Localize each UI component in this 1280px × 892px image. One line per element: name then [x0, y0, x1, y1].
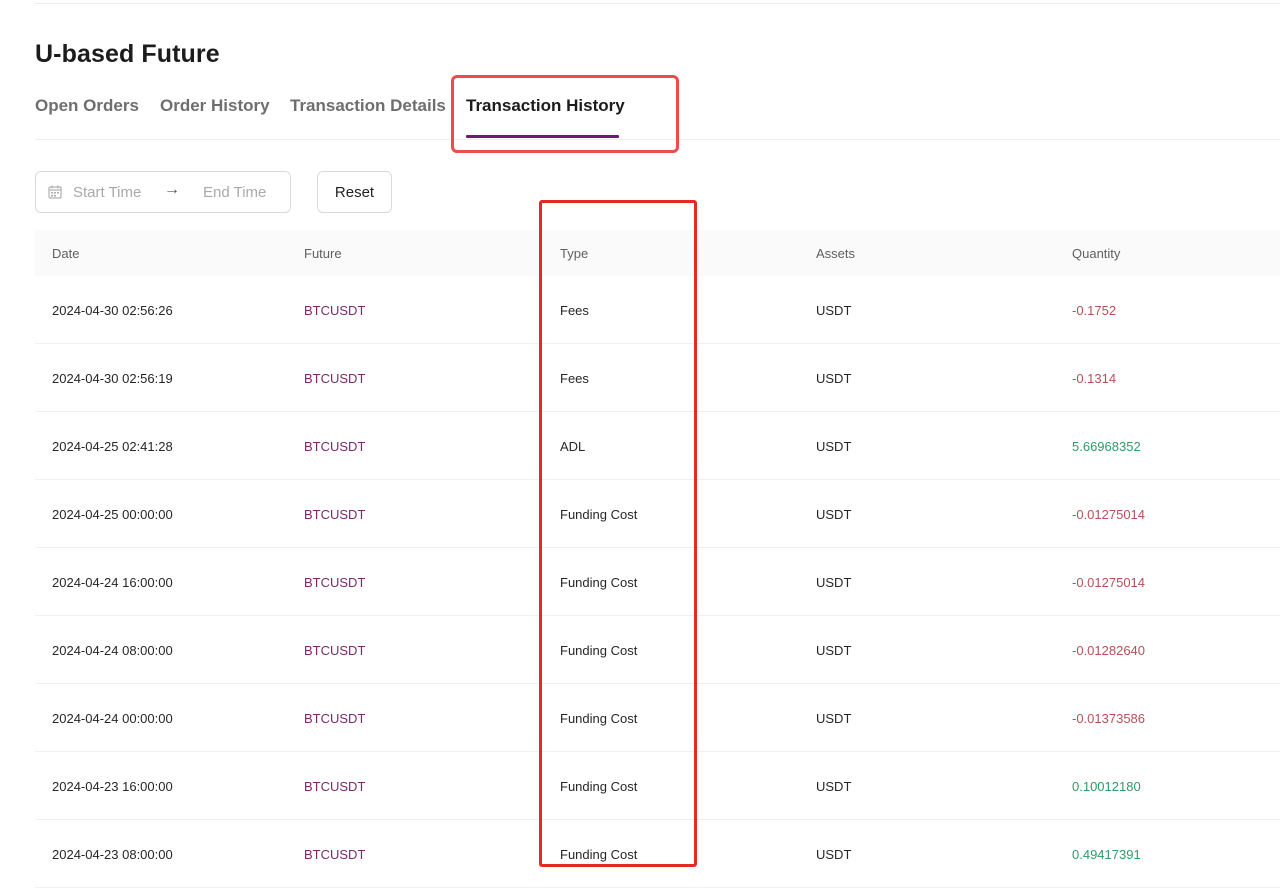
- cell-assets: USDT: [816, 575, 852, 590]
- cell-date: 2024-04-30 02:56:26: [52, 303, 173, 318]
- cell-quantity: 0.10012180: [1072, 779, 1141, 794]
- cell-assets: USDT: [816, 643, 852, 658]
- cell-date: 2024-04-23 16:00:00: [52, 779, 173, 794]
- header-date: Date: [52, 246, 80, 261]
- cell-assets: USDT: [816, 711, 852, 726]
- cell-quantity: -0.01282640: [1072, 643, 1146, 658]
- reset-button[interactable]: Reset: [317, 171, 392, 213]
- cell-date: 2024-04-25 00:00:00: [52, 507, 173, 522]
- cell-future: BTCUSDT: [304, 643, 366, 658]
- cell-assets: USDT: [816, 371, 852, 386]
- header-quantity: Quantity: [1072, 246, 1121, 261]
- tab-open-orders[interactable]: Open Orders: [35, 96, 139, 116]
- cell-quantity: -0.01373586: [1072, 711, 1146, 726]
- cell-quantity: -0.1752: [1072, 303, 1117, 318]
- cell-quantity: -0.01275014: [1072, 575, 1146, 590]
- cell-quantity: -0.01275014: [1072, 507, 1146, 522]
- header-assets: Assets: [816, 246, 856, 261]
- cell-future: BTCUSDT: [304, 303, 366, 318]
- cell-future: BTCUSDT: [304, 439, 366, 454]
- cell-future: BTCUSDT: [304, 371, 366, 386]
- cell-future: BTCUSDT: [304, 575, 366, 590]
- cell-assets: USDT: [816, 847, 852, 862]
- cell-future: BTCUSDT: [304, 847, 366, 862]
- cell-quantity: 0.49417391: [1072, 847, 1141, 862]
- cell-date: 2024-04-24 08:00:00: [52, 643, 173, 658]
- top-divider: [35, 3, 1280, 4]
- arrow-right-icon: →: [164, 181, 180, 198]
- tab-transaction-details[interactable]: Transaction Details: [290, 96, 446, 116]
- highlight-box-type-column: [539, 200, 697, 867]
- cell-future: BTCUSDT: [304, 779, 366, 794]
- start-time-input[interactable]: Start Time: [73, 184, 141, 201]
- cell-future: BTCUSDT: [304, 711, 366, 726]
- cell-future: BTCUSDT: [304, 507, 366, 522]
- tab-order-history[interactable]: Order History: [160, 96, 270, 116]
- cell-assets: USDT: [816, 439, 852, 454]
- cell-date: 2024-04-30 02:56:19: [52, 371, 173, 386]
- cell-date: 2024-04-23 08:00:00: [52, 847, 173, 862]
- cell-date: 2024-04-24 16:00:00: [52, 575, 173, 590]
- cell-assets: USDT: [816, 303, 852, 318]
- cell-date: 2024-04-24 00:00:00: [52, 711, 173, 726]
- cell-quantity: 5.66968352: [1072, 439, 1141, 454]
- cell-assets: USDT: [816, 779, 852, 794]
- date-range-picker[interactable]: Start Time → End Time: [35, 171, 291, 213]
- cell-assets: USDT: [816, 507, 852, 522]
- end-time-input[interactable]: End Time: [203, 184, 266, 201]
- highlight-box-tab: [451, 75, 679, 153]
- page-title: U-based Future: [35, 40, 220, 68]
- cell-date: 2024-04-25 02:41:28: [52, 439, 173, 454]
- header-future: Future: [304, 246, 342, 261]
- cell-quantity: -0.1314: [1072, 371, 1117, 386]
- calendar-icon: [48, 185, 62, 199]
